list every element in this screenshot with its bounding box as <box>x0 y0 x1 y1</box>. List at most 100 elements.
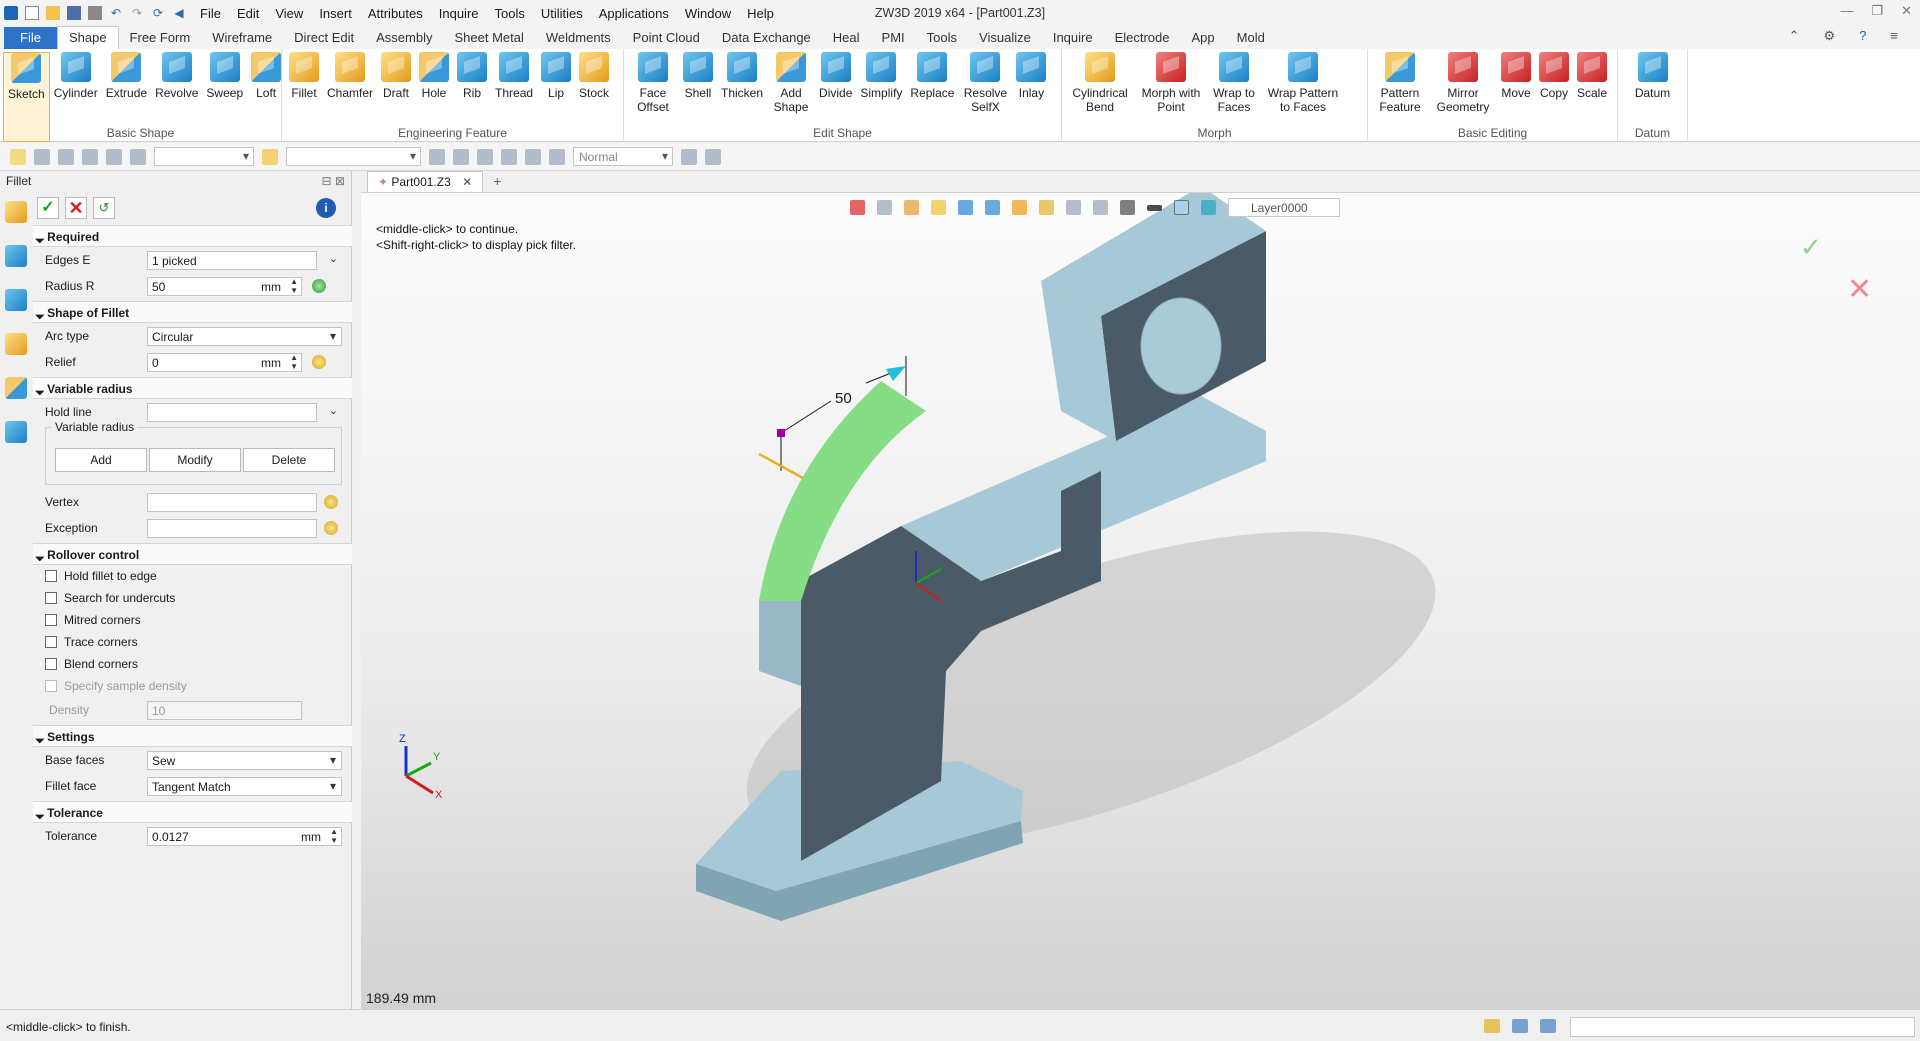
trace-corners-checkbox[interactable]: Trace corners <box>33 631 352 653</box>
assembly-tab-icon[interactable] <box>5 289 27 311</box>
pick-radius-icon[interactable] <box>312 279 326 293</box>
pick-relief-icon[interactable] <box>312 355 326 369</box>
menu-applications[interactable]: Applications <box>599 6 669 21</box>
dimension-label[interactable]: 50 <box>835 390 852 407</box>
shaded-icon[interactable] <box>985 200 1000 215</box>
delete-button[interactable]: Delete <box>243 448 335 472</box>
snap-icon[interactable] <box>705 148 721 165</box>
menu-window[interactable]: Window <box>685 6 731 21</box>
help-icon[interactable]: ? <box>1859 28 1866 44</box>
menu-insert[interactable]: Insert <box>319 6 352 21</box>
menu-tools[interactable]: Tools <box>495 6 525 21</box>
close-icon[interactable]: ✕ <box>1901 3 1912 19</box>
viewport-cancel-icon[interactable]: ✕ <box>1847 272 1872 307</box>
align-2-icon[interactable] <box>453 148 469 165</box>
mitred-corners-checkbox[interactable]: Mitred corners <box>33 609 352 631</box>
tab-point-cloud[interactable]: Point Cloud <box>622 27 711 49</box>
relief-field[interactable]: 0 mm ▲ ▼ <box>147 352 302 372</box>
filter-combo[interactable] <box>154 147 254 166</box>
grid-filter-icon[interactable] <box>82 148 98 165</box>
section-tolerance[interactable]: Tolerance <box>33 801 352 823</box>
modify-button[interactable]: Modify <box>149 448 241 472</box>
cube-icon[interactable] <box>931 200 946 215</box>
layer-select[interactable]: Layer0000 <box>1228 198 1340 217</box>
tab-shape[interactable]: Shape <box>56 26 119 49</box>
graphics-viewport[interactable]: 50 Z Y X <box>361 171 1920 1009</box>
apply-button[interactable]: ↺ <box>93 197 115 219</box>
blend-corners-checkbox[interactable]: Blend corners <box>33 653 352 675</box>
vertex-field[interactable] <box>147 492 317 512</box>
pick-icon[interactable] <box>34 148 50 165</box>
tolerance-field[interactable]: 0.0127 mm ▲ ▼ <box>147 826 342 846</box>
panel-pin-icon[interactable]: ⊟ ⊠ <box>322 174 345 188</box>
measure-icon[interactable] <box>904 200 919 215</box>
radius-field[interactable]: 50 mm ▲ ▼ <box>147 276 302 296</box>
app-logo-icon[interactable] <box>4 6 18 20</box>
tab-file[interactable]: File <box>4 27 57 49</box>
spinner-icon[interactable]: ▲ ▼ <box>290 353 298 371</box>
back-arrow-icon[interactable]: ◀ <box>172 6 186 20</box>
tab-assembly[interactable]: Assembly <box>365 27 443 49</box>
new-tab-icon[interactable]: + <box>483 170 511 192</box>
base-faces-select[interactable]: Sew <box>147 750 342 770</box>
exit-icon[interactable] <box>850 200 865 215</box>
visual-tab-icon[interactable] <box>5 377 27 399</box>
restore-icon[interactable]: ❐ <box>1871 3 1883 19</box>
checkbox[interactable] <box>45 658 57 670</box>
section-shape-of-fillet[interactable]: Shape of Fillet <box>33 301 352 323</box>
tab-weldments[interactable]: Weldments <box>535 27 622 49</box>
fillet-face-select[interactable]: Tangent Match <box>147 776 342 796</box>
ok-button[interactable]: ✓ <box>37 197 59 219</box>
tab-visualize[interactable]: Visualize <box>968 27 1042 49</box>
edges-field[interactable]: 1 picked <box>147 250 317 270</box>
options-icon[interactable]: ≡ <box>1890 28 1898 44</box>
align-icon[interactable] <box>429 148 445 165</box>
menu-edit[interactable]: Edit <box>237 6 259 21</box>
view-history-icon[interactable] <box>877 200 892 215</box>
redo-icon[interactable]: ↷ <box>130 6 144 20</box>
refresh-icon[interactable]: ⟳ <box>151 6 165 20</box>
hold-fillet-checkbox[interactable]: Hold fillet to edge <box>33 565 352 587</box>
menu-attributes[interactable]: Attributes <box>368 6 423 21</box>
render-mode-combo[interactable]: Normal <box>573 147 673 166</box>
display-mode-icon[interactable] <box>1120 200 1135 215</box>
layer-filter-icon[interactable] <box>262 148 278 165</box>
collapse-ribbon-icon[interactable]: ⌃ <box>1789 28 1800 44</box>
tab-app[interactable]: App <box>1181 27 1226 49</box>
spinner-icon[interactable]: ▲ ▼ <box>290 277 298 295</box>
checkbox[interactable] <box>45 614 57 626</box>
close-tab-icon[interactable]: ✕ <box>462 175 472 189</box>
history-tab-icon[interactable] <box>5 245 27 267</box>
save-icon[interactable] <box>67 6 81 20</box>
tab-sheet-metal[interactable]: Sheet Metal <box>444 27 535 49</box>
menu-view[interactable]: View <box>275 6 303 21</box>
black-bar-icon[interactable] <box>1147 204 1162 211</box>
new-file-icon[interactable] <box>25 6 39 20</box>
settings-gear-icon[interactable]: ⚙ <box>1824 28 1836 44</box>
menu-inquire[interactable]: Inquire <box>439 6 479 21</box>
feature-tab-icon[interactable] <box>5 201 27 223</box>
status-window-icon[interactable] <box>1540 1019 1556 1033</box>
hold-line-field[interactable] <box>147 402 317 422</box>
section-variable-radius[interactable]: Variable radius <box>33 377 352 399</box>
open-folder-icon[interactable] <box>46 6 60 20</box>
search-undercuts-checkbox[interactable]: Search for undercuts <box>33 587 352 609</box>
zoom-fit-icon[interactable] <box>1039 200 1054 215</box>
print-icon[interactable] <box>88 6 102 20</box>
status-monitor-icon[interactable] <box>1512 1019 1528 1033</box>
section-rollover-control[interactable]: Rollover control <box>33 543 352 565</box>
section-view-icon[interactable] <box>1093 200 1108 215</box>
shape-filter-icon[interactable] <box>106 148 122 165</box>
spinner-icon[interactable]: ▲ ▼ <box>330 827 338 845</box>
info-icon[interactable]: i <box>316 198 336 218</box>
tab-wireframe[interactable]: Wireframe <box>201 27 283 49</box>
zoom-window-icon[interactable] <box>1066 200 1081 215</box>
view-cube-icon[interactable] <box>958 200 973 215</box>
status-grid-icon[interactable] <box>1484 1019 1500 1033</box>
viewport-ok-icon[interactable]: ✓ <box>1800 232 1822 263</box>
menu-help[interactable]: Help <box>747 6 774 21</box>
pick-vertex-icon[interactable] <box>324 495 338 509</box>
undo-icon[interactable]: ↶ <box>109 6 123 20</box>
minimize-icon[interactable]: — <box>1840 3 1853 19</box>
checkbox[interactable] <box>45 592 57 604</box>
